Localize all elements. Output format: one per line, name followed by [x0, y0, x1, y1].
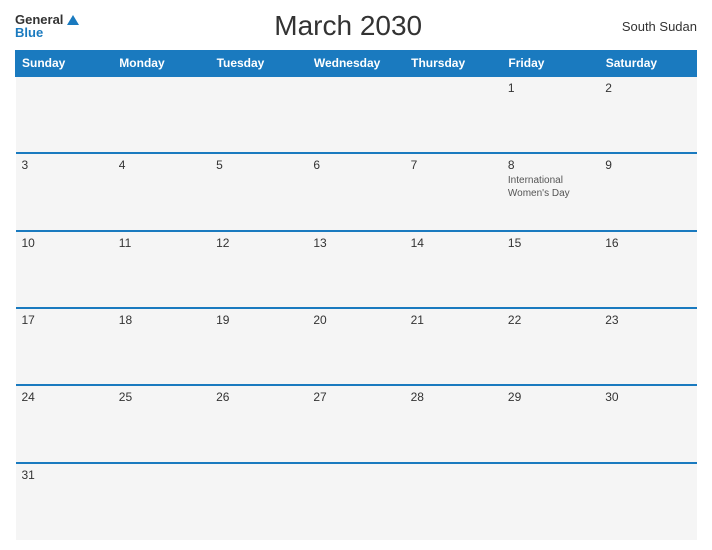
weekday-header-tuesday: Tuesday [210, 51, 307, 77]
day-number: 4 [119, 158, 204, 172]
calendar-day-cell: 12 [210, 231, 307, 308]
calendar-title: March 2030 [79, 10, 617, 42]
day-number: 20 [313, 313, 398, 327]
calendar-week-row: 10 11 12 13 14 15 16 [16, 231, 697, 308]
day-number: 25 [119, 390, 204, 404]
calendar-week-row: 12 [16, 76, 697, 153]
calendar-day-cell: 15 [502, 231, 599, 308]
day-number: 23 [605, 313, 690, 327]
day-number: 28 [411, 390, 496, 404]
day-number: 2 [605, 81, 690, 95]
calendar-week-row: 24 25 26 27 28 29 30 [16, 385, 697, 462]
day-number: 6 [313, 158, 398, 172]
calendar-day-cell: 7 [405, 153, 502, 230]
day-number: 22 [508, 313, 593, 327]
weekday-header-saturday: Saturday [599, 51, 696, 77]
calendar-day-cell: 1 [502, 76, 599, 153]
calendar-day-cell [405, 76, 502, 153]
calendar-day-cell: 13 [307, 231, 404, 308]
calendar-day-cell: 10 [16, 231, 113, 308]
calendar-day-cell: 23 [599, 308, 696, 385]
calendar-day-cell [307, 463, 404, 540]
event-label: International Women's Day [508, 174, 593, 200]
day-number: 8 [508, 158, 593, 172]
calendar-day-cell: 25 [113, 385, 210, 462]
calendar-day-cell [113, 463, 210, 540]
day-number: 16 [605, 236, 690, 250]
day-number: 21 [411, 313, 496, 327]
calendar-day-cell: 8 International Women's Day [502, 153, 599, 230]
day-number: 3 [22, 158, 107, 172]
calendar-day-cell: 3 [16, 153, 113, 230]
calendar-table: SundayMondayTuesdayWednesdayThursdayFrid… [15, 50, 697, 540]
calendar-day-cell: 19 [210, 308, 307, 385]
day-number: 31 [22, 468, 107, 482]
logo-blue-text: Blue [15, 26, 79, 39]
day-number: 14 [411, 236, 496, 250]
day-number: 17 [22, 313, 107, 327]
country-label: South Sudan [617, 19, 697, 34]
logo-triangle-icon [67, 15, 79, 25]
calendar-day-cell: 5 [210, 153, 307, 230]
calendar-day-cell: 20 [307, 308, 404, 385]
weekday-header-wednesday: Wednesday [307, 51, 404, 77]
day-number: 10 [22, 236, 107, 250]
day-number: 27 [313, 390, 398, 404]
day-number: 18 [119, 313, 204, 327]
calendar-day-cell: 2 [599, 76, 696, 153]
day-number: 12 [216, 236, 301, 250]
day-number: 7 [411, 158, 496, 172]
calendar-day-cell: 21 [405, 308, 502, 385]
calendar-header: General Blue March 2030 South Sudan [15, 10, 697, 42]
day-number: 9 [605, 158, 690, 172]
calendar-day-cell [599, 463, 696, 540]
day-number: 30 [605, 390, 690, 404]
calendar-day-cell [210, 76, 307, 153]
day-number: 1 [508, 81, 593, 95]
calendar-week-row: 17 18 19 20 21 22 23 [16, 308, 697, 385]
day-number: 24 [22, 390, 107, 404]
calendar-day-cell: 6 [307, 153, 404, 230]
day-number: 5 [216, 158, 301, 172]
calendar-day-cell [210, 463, 307, 540]
day-number: 29 [508, 390, 593, 404]
weekday-header-monday: Monday [113, 51, 210, 77]
calendar-day-cell: 31 [16, 463, 113, 540]
calendar-day-cell: 27 [307, 385, 404, 462]
weekday-header-thursday: Thursday [405, 51, 502, 77]
calendar-day-cell: 22 [502, 308, 599, 385]
day-number: 19 [216, 313, 301, 327]
day-number: 15 [508, 236, 593, 250]
calendar-day-cell: 17 [16, 308, 113, 385]
calendar-week-row: 31 [16, 463, 697, 540]
calendar-day-cell [307, 76, 404, 153]
calendar-day-cell: 4 [113, 153, 210, 230]
calendar-day-cell [113, 76, 210, 153]
calendar-day-cell [16, 76, 113, 153]
calendar-week-row: 345678 International Women's Day 9 [16, 153, 697, 230]
calendar-day-cell: 11 [113, 231, 210, 308]
calendar-day-cell [405, 463, 502, 540]
day-number: 11 [119, 236, 204, 250]
calendar-day-cell: 30 [599, 385, 696, 462]
calendar-day-cell: 24 [16, 385, 113, 462]
calendar-day-cell: 18 [113, 308, 210, 385]
calendar-day-cell: 26 [210, 385, 307, 462]
calendar-day-cell [502, 463, 599, 540]
day-number: 13 [313, 236, 398, 250]
day-number: 26 [216, 390, 301, 404]
calendar-day-cell: 16 [599, 231, 696, 308]
calendar-day-cell: 9 [599, 153, 696, 230]
logo: General Blue [15, 13, 79, 39]
weekday-header-friday: Friday [502, 51, 599, 77]
calendar-day-cell: 28 [405, 385, 502, 462]
weekday-header-row: SundayMondayTuesdayWednesdayThursdayFrid… [16, 51, 697, 77]
calendar-day-cell: 29 [502, 385, 599, 462]
calendar-day-cell: 14 [405, 231, 502, 308]
weekday-header-sunday: Sunday [16, 51, 113, 77]
